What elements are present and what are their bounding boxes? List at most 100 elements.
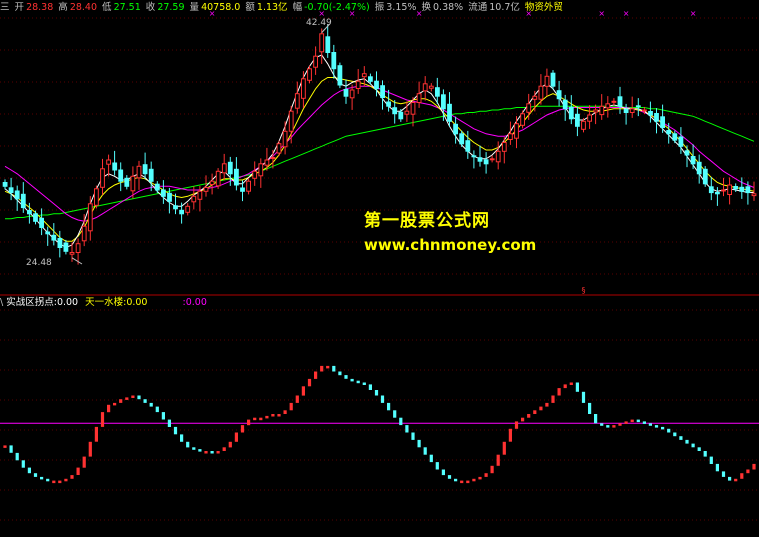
stock-chart-window: × × × × × × × × § 三 开 28.38 高 28.40 低 27.51 收 27.59 … bbox=[0, 0, 759, 537]
max-price-label: 42.49 bbox=[306, 18, 332, 28]
indicator-value: 0.00 bbox=[56, 297, 79, 308]
candle-body bbox=[520, 113, 526, 126]
candle-body bbox=[422, 83, 428, 92]
indicator-dot bbox=[107, 404, 111, 413]
candle-body bbox=[404, 110, 410, 115]
candle-body bbox=[514, 123, 519, 139]
indicator-dot bbox=[636, 419, 640, 423]
quote-header: 三 开 28.38 高 28.40 低 27.51 收 27.59 量 40758.0 额… bbox=[0, 1, 565, 14]
indicator-dot bbox=[612, 425, 616, 428]
indicator-dot bbox=[703, 451, 707, 457]
indicator-dot bbox=[460, 480, 464, 484]
indicator-dot bbox=[149, 402, 153, 407]
candle-body bbox=[203, 187, 209, 192]
candle-body bbox=[57, 238, 63, 248]
candle-body bbox=[666, 130, 672, 135]
candle-body bbox=[715, 192, 720, 195]
candle-body bbox=[81, 225, 87, 242]
indicator-dot bbox=[411, 432, 415, 440]
indicator-dot bbox=[58, 480, 62, 484]
indicator-dot bbox=[654, 425, 659, 428]
candle-body bbox=[288, 110, 294, 132]
indicator-sub-name: 天一水楼: bbox=[85, 297, 127, 308]
candle-body bbox=[124, 177, 130, 187]
indicator-dot bbox=[581, 391, 586, 403]
candle-body bbox=[702, 168, 708, 185]
ma20-line bbox=[4, 85, 755, 222]
candle-body bbox=[648, 111, 653, 116]
indicator-dot bbox=[40, 476, 44, 480]
indicator-dot bbox=[143, 399, 147, 403]
indicator-dot bbox=[734, 478, 738, 482]
chart-canvas[interactable]: × × × × × × × ×§ bbox=[0, 0, 759, 537]
indicator-dot bbox=[21, 460, 25, 468]
candle-body bbox=[483, 159, 489, 165]
candle-body bbox=[337, 65, 343, 86]
candle-body bbox=[441, 94, 446, 110]
indicator-dot bbox=[447, 475, 452, 479]
indicator-dot bbox=[594, 414, 598, 424]
amplitude-value: 3.15% bbox=[386, 2, 417, 13]
indicator-dot bbox=[691, 443, 695, 448]
candle-body bbox=[2, 182, 8, 187]
indicator-dot bbox=[64, 478, 68, 482]
candle-body bbox=[325, 36, 331, 53]
indicator-sub-value: 0.00 bbox=[126, 297, 148, 308]
candle-body bbox=[575, 113, 580, 127]
indicator-dot bbox=[630, 419, 634, 423]
candle-body bbox=[264, 159, 270, 166]
candle-body bbox=[197, 190, 203, 200]
signal-marker: § bbox=[582, 286, 586, 295]
indicator-dot bbox=[210, 451, 214, 454]
indicator-dot bbox=[271, 414, 275, 417]
indicator-dot bbox=[393, 410, 397, 418]
indicator-dot bbox=[46, 478, 50, 482]
candle-body bbox=[374, 80, 379, 90]
candle-body bbox=[672, 133, 678, 141]
indicator-dot bbox=[307, 378, 312, 387]
candle-body bbox=[623, 108, 629, 114]
candle-body bbox=[721, 189, 726, 192]
indicator-dot bbox=[9, 445, 13, 453]
indicator-dot bbox=[253, 417, 257, 421]
candle-body bbox=[477, 157, 483, 162]
indicator-dot bbox=[320, 365, 324, 372]
candle-body bbox=[69, 252, 75, 255]
candle-body bbox=[106, 159, 111, 165]
candle-body bbox=[27, 210, 32, 215]
indicator-dot bbox=[192, 447, 196, 450]
low-label: 低 bbox=[102, 2, 112, 13]
candle-body bbox=[161, 189, 166, 197]
candle-body bbox=[751, 193, 757, 197]
candle-body bbox=[684, 150, 690, 156]
indicator-dot bbox=[496, 454, 500, 466]
open-label: 开 bbox=[14, 2, 25, 13]
indicator-dot bbox=[380, 395, 385, 403]
watermark-url: www.chnmoney.com bbox=[364, 236, 537, 254]
indicator-dot bbox=[740, 473, 744, 479]
candle-body bbox=[14, 190, 20, 200]
sector-label: 物资外贸 bbox=[524, 2, 563, 13]
indicator-dot bbox=[661, 426, 665, 430]
indicator-dot bbox=[33, 473, 38, 477]
candle-body bbox=[459, 133, 465, 145]
indicator-dot bbox=[283, 410, 287, 414]
indicator-dot bbox=[301, 386, 305, 396]
indicator-dot bbox=[569, 382, 573, 385]
indicator-dot bbox=[441, 469, 445, 476]
indicator-dot bbox=[490, 465, 494, 474]
indicator-dot bbox=[137, 395, 141, 400]
indicator-dot bbox=[247, 419, 251, 426]
indicator-dot bbox=[539, 406, 543, 411]
close-value: 27.59 bbox=[157, 2, 185, 13]
candle-body bbox=[611, 100, 617, 103]
indicator-dot bbox=[484, 473, 488, 477]
indicator-dot bbox=[27, 467, 31, 474]
indicator-dot bbox=[697, 447, 701, 451]
candle-body bbox=[587, 114, 593, 122]
indicator-dot bbox=[551, 395, 555, 403]
candle-body bbox=[599, 105, 605, 116]
candle-body bbox=[39, 217, 45, 229]
candle-body bbox=[319, 33, 325, 53]
indicator-dot bbox=[15, 452, 19, 461]
